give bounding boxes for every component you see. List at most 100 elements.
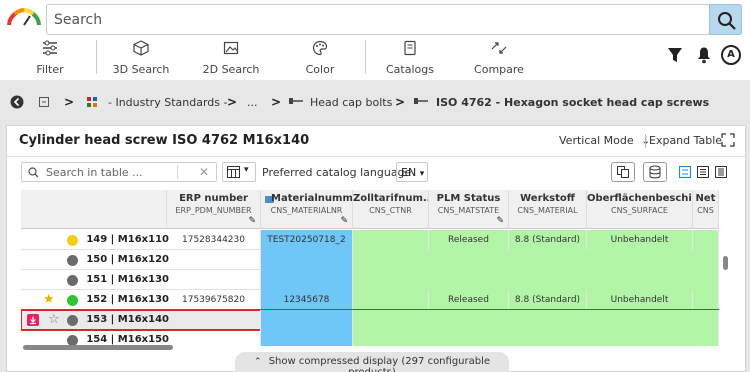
star-outline-icon[interactable]: ☆ — [48, 312, 60, 327]
palette-icon — [312, 40, 328, 56]
material-cell[interactable] — [261, 250, 353, 270]
column-header[interactable]: Zolltarifnum... CNS_CTNR — [353, 190, 429, 229]
breadcrumb-item-industry-standards[interactable]: - Industry Standards - — [108, 96, 227, 109]
pencil-icon[interactable]: ✎ — [496, 216, 504, 226]
2d-search-tool[interactable]: 2D Search — [196, 36, 266, 80]
table-row[interactable]: 151 | M16x130 — [21, 270, 719, 290]
column-header[interactable]: Werkstoff CNS_MATERIAL — [509, 190, 587, 229]
green-cells[interactable] — [353, 330, 719, 346]
status-dot-gray — [67, 255, 78, 266]
search-input[interactable]: Search — [46, 4, 710, 35]
erp-cell[interactable] — [167, 270, 261, 290]
chevron-up-icon: ⌃ — [253, 357, 262, 367]
row-header-column — [21, 190, 167, 229]
green-cells[interactable] — [353, 250, 719, 270]
language-select[interactable]: EN ▾ — [396, 162, 428, 182]
plm-cell[interactable]: Released — [429, 230, 509, 250]
download-icon[interactable] — [27, 314, 39, 326]
material-cell[interactable] — [261, 330, 353, 346]
erp-cell[interactable]: 17539675820 — [167, 290, 261, 310]
surface-cell[interactable]: Unbehandelt — [587, 290, 693, 310]
column-title: Zolltarifnum... — [353, 193, 428, 204]
vertical-scrollbar[interactable] — [723, 256, 728, 270]
material-cell[interactable] — [261, 270, 353, 290]
funnel-icon[interactable] — [667, 46, 683, 64]
customs-cell[interactable] — [353, 290, 429, 310]
breadcrumb-item-ellipsis[interactable]: ... — [247, 96, 258, 109]
compare-tool[interactable]: Compare — [468, 36, 530, 80]
view-mode-toggle[interactable] — [678, 165, 731, 181]
column-title: PLM Status — [436, 193, 501, 204]
material-cell[interactable] — [261, 310, 353, 330]
avatar-letter: A — [727, 49, 735, 60]
row-label: 154 | M16x150 — [86, 334, 169, 345]
row-label: 149 | M16x110 — [86, 234, 169, 245]
erp-cell[interactable]: 17528344230 — [167, 230, 261, 250]
download-arrow-icon — [30, 316, 36, 325]
clear-icon[interactable]: ✕ — [199, 165, 209, 179]
bell-icon[interactable] — [696, 46, 712, 64]
column-header[interactable]: Materialnumm... CNS_MATERIALNR ✎ — [261, 190, 353, 229]
filter-tool[interactable]: Filter — [20, 36, 80, 80]
catalogs-tool[interactable]: Catalogs — [380, 36, 440, 80]
erp-cell[interactable] — [167, 310, 261, 330]
show-compressed-button[interactable]: ⌃ Show compressed display (297 configura… — [235, 352, 509, 372]
material-cell[interactable]: TEST20250718_2 — [261, 230, 353, 250]
app-logo-icon[interactable] — [6, 6, 42, 30]
color-tool[interactable]: Color — [290, 36, 350, 80]
column-header[interactable]: Oberflächenbeschicht... CNS_SURFACE — [587, 190, 693, 229]
row-label: 150 | M16x120 — [86, 254, 169, 265]
material-cell[interactable]: 12345678 — [261, 290, 353, 310]
column-title: Materialnumm... — [271, 193, 352, 204]
werkstoff-cell[interactable]: 8.8 (Standard) — [509, 290, 587, 310]
green-cells[interactable] — [353, 310, 719, 330]
table-row[interactable]: 149 | M16x110 17528344230 TEST20250718_2… — [21, 230, 719, 250]
column-header[interactable]: PLM Status CNS_MATSTATE ✎ — [429, 190, 509, 229]
table-columns-icon — [227, 166, 240, 178]
table-row[interactable]: ★ 152 | M16x130 17539675820 12345678 Rel… — [21, 290, 719, 310]
column-header[interactable]: ERP number ERP_PDM_NUMBER ✎ — [167, 190, 261, 229]
erp-cell[interactable] — [167, 250, 261, 270]
surface-cell[interactable]: Unbehandelt — [587, 230, 693, 250]
panel-title: Cylinder head screw ISO 4762 M16x140 — [19, 133, 310, 148]
status-dot-green — [67, 295, 78, 306]
expand-table-button[interactable]: Expand Table — [649, 133, 735, 147]
3d-search-tool[interactable]: 3D Search — [106, 36, 176, 80]
compare-arrows-icon — [491, 42, 507, 54]
customs-cell[interactable] — [353, 230, 429, 250]
home-icon[interactable] — [38, 96, 50, 108]
status-dot-gray — [67, 275, 78, 286]
show-compressed-label: Show compressed display (297 configurabl… — [268, 356, 491, 372]
vertical-mode-button[interactable]: Vertical Mode ↓ — [559, 134, 650, 147]
column-header[interactable]: Net CNS — [693, 190, 719, 229]
breadcrumb-item-head-cap-bolts[interactable]: Head cap bolts — [310, 96, 392, 109]
preferred-language-label: Preferred catalog language — [262, 166, 412, 179]
table-row[interactable]: 154 | M16x150 — [21, 330, 719, 346]
column-title: Oberflächenbeschicht... — [587, 193, 692, 204]
plm-cell[interactable]: Released — [429, 290, 509, 310]
search-button[interactable] — [709, 4, 742, 35]
avatar[interactable]: A — [721, 45, 741, 65]
toolbar: Filter 3D Search 2D Search Color Catalog… — [0, 36, 750, 80]
erp-cell[interactable] — [167, 330, 261, 346]
chevron-down-icon: ▾ — [244, 165, 249, 175]
database-button[interactable] — [643, 162, 667, 182]
table-row[interactable]: 150 | M16x120 — [21, 250, 719, 270]
copy-button[interactable] — [611, 162, 635, 182]
star-filled-icon[interactable]: ★ — [43, 292, 55, 307]
table-search-input[interactable]: Search in table ... ✕ — [21, 162, 217, 182]
back-circle-icon[interactable] — [10, 95, 24, 109]
copy-icon — [617, 166, 629, 178]
net-cell[interactable] — [693, 290, 719, 310]
table-row-selected[interactable]: ☆ 153 | M16x140 — [21, 309, 719, 331]
divider — [96, 40, 97, 74]
screw-icon — [414, 98, 428, 104]
pencil-icon[interactable]: ✎ — [248, 216, 256, 226]
horizontal-scrollbar[interactable] — [23, 345, 173, 350]
pencil-icon[interactable]: ✎ — [340, 216, 348, 226]
search-icon — [718, 12, 736, 30]
columns-dropdown[interactable]: ▾ — [222, 162, 256, 182]
green-cells[interactable] — [353, 270, 719, 290]
net-cell[interactable] — [693, 230, 719, 250]
werkstoff-cell[interactable]: 8.8 (Standard) — [509, 230, 587, 250]
